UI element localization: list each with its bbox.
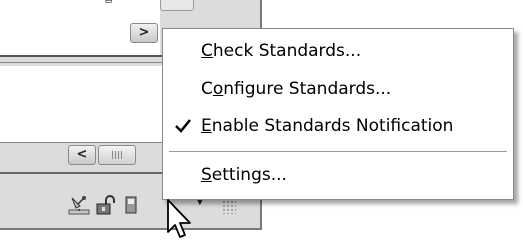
menu-item-label: Check Standards... xyxy=(201,41,362,61)
checkmark-icon xyxy=(175,119,191,133)
vertical-scrollbar-thumb[interactable] xyxy=(160,0,194,11)
partial-glyph: ᄇ xyxy=(104,0,114,10)
scroll-right-button[interactable]: > xyxy=(130,23,158,43)
menu-item-check-standards[interactable]: Check Standards... xyxy=(163,38,513,64)
grip-icon xyxy=(112,151,122,159)
mouse-cursor-icon xyxy=(167,199,191,238)
unlock-icon[interactable] xyxy=(96,195,116,215)
menu-item-label: Enable Standards Notification xyxy=(201,116,454,136)
menu-separator xyxy=(169,151,507,152)
command-pane xyxy=(0,66,162,143)
satellite-icon[interactable] xyxy=(68,195,90,215)
menu-item-label: Settings... xyxy=(201,165,287,185)
menu-item-enable-standards-notification[interactable]: Enable Standards Notification xyxy=(163,113,513,139)
standards-context-menu: Check Standards... Configure Standards..… xyxy=(162,28,514,200)
menu-item-label: Configure Standards... xyxy=(201,79,392,99)
menu-item-configure-standards[interactable]: Configure Standards... xyxy=(163,76,513,102)
horizontal-scrollbar-thumb[interactable] xyxy=(98,145,136,165)
resize-grip-icon[interactable] xyxy=(222,200,236,214)
menu-item-settings[interactable]: Settings... xyxy=(163,162,513,188)
scroll-left-button[interactable]: < xyxy=(68,145,96,165)
cad-standards-icon[interactable] xyxy=(124,195,138,215)
